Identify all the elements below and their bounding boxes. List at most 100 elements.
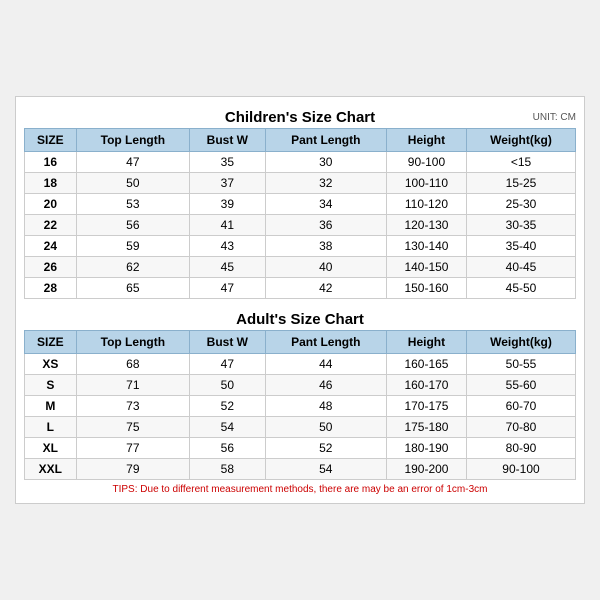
- table-row: M735248170-17560-70: [25, 396, 576, 417]
- table-cell: XL: [25, 438, 77, 459]
- table-row: XXL795854190-20090-100: [25, 459, 576, 480]
- children-title-row: Children's Size Chart UNIT: CM: [24, 105, 576, 128]
- table-cell: 43: [190, 236, 266, 257]
- children-col-height: Height: [386, 129, 466, 152]
- table-cell: 60-70: [466, 396, 575, 417]
- table-cell: S: [25, 375, 77, 396]
- table-cell: 90-100: [386, 152, 466, 173]
- table-cell: 160-170: [386, 375, 466, 396]
- table-cell: 25-30: [466, 194, 575, 215]
- table-cell: 50: [265, 417, 386, 438]
- table-cell: 45-50: [466, 278, 575, 299]
- adults-title-row: Adult's Size Chart: [24, 307, 576, 330]
- table-cell: 59: [76, 236, 189, 257]
- table-cell: 47: [76, 152, 189, 173]
- table-cell: 18: [25, 173, 77, 194]
- table-row: 24594338130-14035-40: [25, 236, 576, 257]
- table-cell: 79: [76, 459, 189, 480]
- table-cell: 68: [76, 354, 189, 375]
- children-header-row: SIZE Top Length Bust W Pant Length Heigh…: [25, 129, 576, 152]
- table-cell: 120-130: [386, 215, 466, 236]
- table-row: 20533934110-12025-30: [25, 194, 576, 215]
- table-cell: 37: [190, 173, 266, 194]
- table-cell: 52: [265, 438, 386, 459]
- table-row: 26624540140-15040-45: [25, 257, 576, 278]
- table-cell: 34: [265, 194, 386, 215]
- table-cell: 52: [190, 396, 266, 417]
- table-cell: 42: [265, 278, 386, 299]
- adults-col-weight: Weight(kg): [466, 331, 575, 354]
- table-row: S715046160-17055-60: [25, 375, 576, 396]
- table-cell: 160-165: [386, 354, 466, 375]
- unit-label: UNIT: CM: [533, 112, 576, 123]
- table-row: 18503732100-11015-25: [25, 173, 576, 194]
- table-cell: 54: [190, 417, 266, 438]
- tips-text: TIPS: Due to different measurement metho…: [24, 484, 576, 495]
- table-cell: 48: [265, 396, 386, 417]
- table-cell: 40-45: [466, 257, 575, 278]
- table-cell: 47: [190, 278, 266, 299]
- table-cell: 26: [25, 257, 77, 278]
- table-row: 22564136120-13030-35: [25, 215, 576, 236]
- adults-col-pantlength: Pant Length: [265, 331, 386, 354]
- table-cell: 130-140: [386, 236, 466, 257]
- table-cell: 16: [25, 152, 77, 173]
- table-cell: 90-100: [466, 459, 575, 480]
- table-cell: XS: [25, 354, 77, 375]
- table-cell: 39: [190, 194, 266, 215]
- table-cell: 45: [190, 257, 266, 278]
- table-cell: 58: [190, 459, 266, 480]
- table-row: 1647353090-100<15: [25, 152, 576, 173]
- table-cell: <15: [466, 152, 575, 173]
- adults-col-height: Height: [386, 331, 466, 354]
- table-cell: 50-55: [466, 354, 575, 375]
- table-cell: 22: [25, 215, 77, 236]
- adults-col-toplength: Top Length: [76, 331, 189, 354]
- adults-col-bustw: Bust W: [190, 331, 266, 354]
- chart-container: Children's Size Chart UNIT: CM SIZE Top …: [15, 96, 585, 504]
- table-cell: M: [25, 396, 77, 417]
- children-table: SIZE Top Length Bust W Pant Length Heigh…: [24, 128, 576, 299]
- table-cell: 73: [76, 396, 189, 417]
- table-cell: 50: [76, 173, 189, 194]
- table-cell: 180-190: [386, 438, 466, 459]
- table-cell: 100-110: [386, 173, 466, 194]
- children-title: Children's Size Chart: [225, 109, 375, 126]
- adults-table: SIZE Top Length Bust W Pant Length Heigh…: [24, 330, 576, 480]
- table-cell: 80-90: [466, 438, 575, 459]
- table-row: XL775652180-19080-90: [25, 438, 576, 459]
- table-cell: 47: [190, 354, 266, 375]
- table-cell: 50: [190, 375, 266, 396]
- table-cell: 20: [25, 194, 77, 215]
- table-cell: 150-160: [386, 278, 466, 299]
- table-cell: 56: [190, 438, 266, 459]
- children-col-toplength: Top Length: [76, 129, 189, 152]
- table-cell: 46: [265, 375, 386, 396]
- table-cell: 35-40: [466, 236, 575, 257]
- adults-title: Adult's Size Chart: [236, 311, 364, 328]
- table-cell: 41: [190, 215, 266, 236]
- table-cell: 140-150: [386, 257, 466, 278]
- table-cell: 44: [265, 354, 386, 375]
- table-cell: 30-35: [466, 215, 575, 236]
- table-cell: 35: [190, 152, 266, 173]
- table-cell: 55-60: [466, 375, 575, 396]
- adults-col-size: SIZE: [25, 331, 77, 354]
- table-cell: 24: [25, 236, 77, 257]
- table-cell: 30: [265, 152, 386, 173]
- table-cell: 65: [76, 278, 189, 299]
- table-cell: 175-180: [386, 417, 466, 438]
- children-col-pantlength: Pant Length: [265, 129, 386, 152]
- table-cell: 190-200: [386, 459, 466, 480]
- children-col-weight: Weight(kg): [466, 129, 575, 152]
- table-cell: 53: [76, 194, 189, 215]
- table-cell: 110-120: [386, 194, 466, 215]
- children-col-bustw: Bust W: [190, 129, 266, 152]
- table-cell: 77: [76, 438, 189, 459]
- table-cell: 38: [265, 236, 386, 257]
- table-cell: 28: [25, 278, 77, 299]
- table-cell: 71: [76, 375, 189, 396]
- table-cell: L: [25, 417, 77, 438]
- table-cell: 70-80: [466, 417, 575, 438]
- table-cell: 170-175: [386, 396, 466, 417]
